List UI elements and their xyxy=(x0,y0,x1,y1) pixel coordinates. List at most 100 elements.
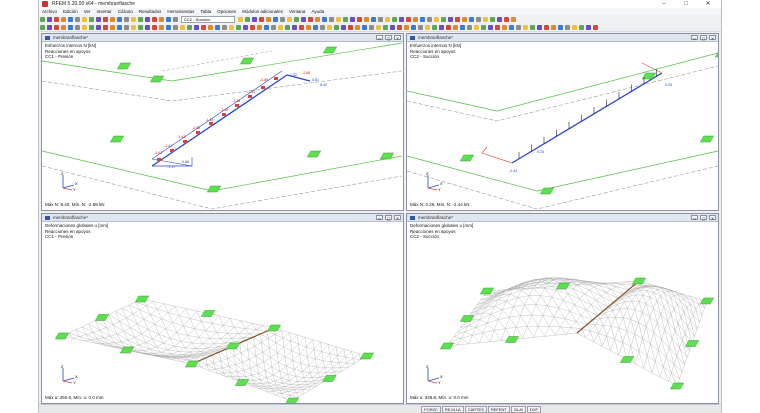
toolbar-tool-icon[interactable] xyxy=(511,16,516,22)
toolbar-tool-icon[interactable] xyxy=(364,16,369,22)
toolbar-tool-icon[interactable] xyxy=(201,24,206,30)
toolbar-tool-icon[interactable] xyxy=(131,16,136,22)
support-node[interactable] xyxy=(54,332,70,340)
menu-ventana[interactable]: Ventana xyxy=(289,9,306,14)
support-node[interactable] xyxy=(284,397,300,403)
toolbar-tool-icon[interactable] xyxy=(166,24,171,30)
toolbar-tool-icon[interactable] xyxy=(173,16,178,22)
support-node[interactable] xyxy=(116,62,132,70)
toolbar-tool-icon[interactable] xyxy=(138,24,143,30)
toolbar-tool-icon[interactable] xyxy=(75,24,80,30)
toolbar-tool-icon[interactable] xyxy=(82,16,87,22)
toolbar-tool-icon[interactable] xyxy=(306,24,311,30)
toolbar-tool-icon[interactable] xyxy=(313,24,318,30)
toolbar-tool-icon[interactable] xyxy=(271,24,276,30)
toolbar-tool-icon[interactable] xyxy=(385,16,390,22)
support-node[interactable] xyxy=(479,287,495,295)
toolbar-tool-icon[interactable] xyxy=(336,16,341,22)
toolbar-tool-icon[interactable] xyxy=(294,16,299,22)
toolbar-tool-icon[interactable] xyxy=(236,24,241,30)
support-node[interactable] xyxy=(94,314,110,321)
toolbar-tool-icon[interactable] xyxy=(376,24,381,30)
toolbar-tool-icon[interactable] xyxy=(572,24,577,30)
menu-insertar[interactable]: Insertar xyxy=(97,9,112,14)
toolbar-tool-icon[interactable] xyxy=(110,16,115,22)
toolbar-tool-icon[interactable] xyxy=(75,16,80,22)
pane-restore-button[interactable]: ▢ xyxy=(385,35,392,41)
support-node[interactable] xyxy=(459,154,475,162)
toolbar-tool-icon[interactable] xyxy=(208,24,213,30)
toolbar-tool-icon[interactable] xyxy=(280,16,285,22)
pane-close-button[interactable]: ✕ xyxy=(709,215,716,221)
toolbar-tool-icon[interactable] xyxy=(96,16,101,22)
toolbar-tool-icon[interactable] xyxy=(348,24,353,30)
toolbar-tool-icon[interactable] xyxy=(497,16,502,22)
toolbar-tool-icon[interactable] xyxy=(404,24,409,30)
toolbar-tool-icon[interactable] xyxy=(425,24,430,30)
support-node[interactable] xyxy=(699,135,715,143)
toolbar-tool-icon[interactable] xyxy=(117,24,122,30)
toolbar-tool-icon[interactable] xyxy=(432,24,437,30)
toolbar-tool-icon[interactable] xyxy=(495,24,500,30)
menu-resultados[interactable]: Resultados xyxy=(139,9,162,14)
pane-restore-button[interactable]: ▢ xyxy=(700,35,707,41)
menu-modulos[interactable]: Módulos adicionales xyxy=(242,9,283,14)
toolbar-tool-icon[interactable] xyxy=(509,24,514,30)
model-view-2[interactable]: 0.26 -2.44 0.25 xyxy=(407,41,718,210)
support-node[interactable] xyxy=(225,342,241,350)
toolbar-tool-icon[interactable] xyxy=(467,24,472,30)
toolbar-tool-icon[interactable] xyxy=(250,24,255,30)
support-node[interactable] xyxy=(539,187,555,195)
toolbar-tool-icon[interactable] xyxy=(455,16,460,22)
menu-ver[interactable]: Ver xyxy=(84,9,91,14)
toolbar-tool-icon[interactable] xyxy=(287,16,292,22)
pane-minimize-button[interactable]: ▭ xyxy=(376,215,383,221)
toolbar-tool-icon[interactable] xyxy=(103,24,108,30)
toolbar-tool-icon[interactable] xyxy=(369,24,374,30)
support-node[interactable] xyxy=(206,185,222,193)
toolbar-tool-icon[interactable] xyxy=(483,16,488,22)
toolbar-tool-icon[interactable] xyxy=(544,24,549,30)
support-node[interactable] xyxy=(109,135,125,143)
toolbar-tool-icon[interactable] xyxy=(89,24,94,30)
toolbar-tool-icon[interactable] xyxy=(516,24,521,30)
status-cartes[interactable]: CARTES xyxy=(464,406,487,413)
toolbar-tool-icon[interactable] xyxy=(397,24,402,30)
toolbar-tool-icon[interactable] xyxy=(40,24,45,30)
toolbar-tool-icon[interactable] xyxy=(411,24,416,30)
menu-edicion[interactable]: Edición xyxy=(63,9,78,14)
toolbar-tool-icon[interactable] xyxy=(54,24,59,30)
support-node[interactable] xyxy=(306,150,322,158)
toolbar-tool-icon[interactable] xyxy=(145,16,150,22)
status-forzc[interactable]: FORZC xyxy=(421,406,441,413)
toolbar-tool-icon[interactable] xyxy=(68,16,73,22)
toolbar-tool-icon[interactable] xyxy=(124,16,129,22)
pane-minimize-button[interactable]: ▭ xyxy=(376,35,383,41)
menu-herramientas[interactable]: Herramientas xyxy=(167,9,194,14)
toolbar-tool-icon[interactable] xyxy=(124,24,129,30)
support-node[interactable] xyxy=(134,295,150,303)
support-node[interactable] xyxy=(359,352,375,360)
toolbar-tool-icon[interactable] xyxy=(54,16,59,22)
toolbar-tool-icon[interactable] xyxy=(413,16,418,22)
toolbar-tool-icon[interactable] xyxy=(82,24,87,30)
status-dxf[interactable]: DXF xyxy=(527,406,541,413)
view-pane-2[interactable]: membranflasche* ▭ ▢ ✕ 0.26 -2.44 0.25 Esfu… xyxy=(406,33,719,211)
toolbar-tool-icon[interactable] xyxy=(446,24,451,30)
toolbar-tool-icon[interactable] xyxy=(238,16,243,22)
model-view-4[interactable] xyxy=(407,221,718,403)
support-node[interactable] xyxy=(200,310,216,317)
toolbar-tool-icon[interactable] xyxy=(579,24,584,30)
toolbar-tool-icon[interactable] xyxy=(117,16,122,22)
toolbar-tool-icon[interactable] xyxy=(152,24,157,30)
toolbar-tool-icon[interactable] xyxy=(327,24,332,30)
toolbar-tool-icon[interactable] xyxy=(229,24,234,30)
support-node[interactable] xyxy=(555,282,571,290)
toolbar-tool-icon[interactable] xyxy=(273,16,278,22)
support-node[interactable] xyxy=(439,342,455,350)
toolbar-tool-icon[interactable] xyxy=(259,16,264,22)
toolbar-tool-icon[interactable] xyxy=(490,16,495,22)
toolbar-tool-icon[interactable] xyxy=(488,24,493,30)
toolbar-tool-icon[interactable] xyxy=(266,16,271,22)
toolbar-tool-icon[interactable] xyxy=(243,24,248,30)
